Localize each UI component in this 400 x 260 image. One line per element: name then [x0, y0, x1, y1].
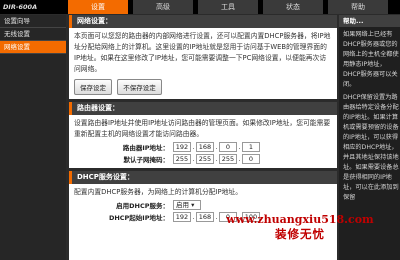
dhcp-enable-row: 启用DHCP服务： 启用 ▾	[74, 199, 332, 210]
router-settings-title: 路由器设置：	[69, 102, 337, 115]
router-settings-description: 设置路由器IP地址并使用IP地址访问路由器的管理页面。如果修改IP地址，您可能需…	[74, 119, 331, 138]
dhcp-enable-value: 启用	[176, 200, 189, 209]
network-settings-section: 本页面可以您您的路由器的内部网络进行设置，还可以配置内置DHCP服务器，将IP地…	[69, 28, 337, 99]
tab-advanced[interactable]: 高级	[133, 0, 193, 14]
router-ip-octet-1[interactable]: 192	[173, 141, 191, 152]
tab-help[interactable]: 帮助	[328, 0, 388, 14]
help-paragraph: 如果网络上已经有DHCP服务器或您的网络上的主机全都使用静态IP地址，DHCP服…	[343, 31, 399, 88]
help-paragraph: DHCP保留设置为路由器给特定设备分配的IP地址。如果计算机或需要预留的设备的I…	[343, 94, 399, 201]
tab-status[interactable]: 状态	[263, 0, 323, 14]
subnet-mask-row: 默认子网掩码： 255. 255. 255. 0	[74, 153, 332, 164]
router-ip-octet-2[interactable]: 168	[196, 141, 214, 152]
router-ip-octet-3[interactable]: 0	[219, 141, 237, 152]
subnet-mask-octet-3[interactable]: 255	[219, 153, 237, 164]
save-settings-button[interactable]: 保存设定	[74, 79, 112, 95]
dhcp-enable-select[interactable]: 启用 ▾	[173, 199, 201, 210]
watermark-text: 装修无忧	[275, 227, 325, 241]
subnet-mask-octet-2[interactable]: 255	[196, 153, 214, 164]
router-ip-label: 路由器IP地址：	[122, 143, 169, 152]
main-tabs: 设置 高级 工具 状态 帮助	[68, 0, 393, 14]
subnet-mask-label: 默认子网掩码：	[123, 155, 170, 164]
tab-tools[interactable]: 工具	[198, 0, 258, 14]
watermark-url: www.zhuangxiu518.com	[226, 213, 374, 226]
top-nav-bar: DIR-600A 设置 高级 工具 状态 帮助	[0, 0, 400, 14]
help-title: 帮助...	[339, 15, 400, 27]
router-ip-row: 路由器IP地址： 192. 168. 0. 1	[74, 141, 332, 152]
network-settings-title: 网络设置：	[69, 15, 337, 28]
router-settings-section: 设置路由器IP地址并使用IP地址访问路由器的管理页面。如果修改IP地址，您可能需…	[69, 115, 337, 168]
dhcp-start-ip-label: DHCP起始IP地址：	[108, 213, 169, 222]
network-settings-description: 本页面可以您您的路由器的内部网络进行设置，还可以配置内置DHCP服务器，将IP地…	[74, 32, 331, 73]
tab-setup[interactable]: 设置	[68, 0, 128, 14]
sidebar-item-network[interactable]: 网络设置	[0, 41, 66, 54]
model-logo: DIR-600A	[3, 3, 38, 11]
sidebar: 设置向导 无线设置 网络设置	[0, 15, 66, 260]
dont-save-settings-button[interactable]: 不保存设定	[117, 79, 162, 95]
watermark: www.zhuangxiu518.com 装修无忧	[200, 213, 400, 242]
dhcp-settings-description: 配置内置DHCP服务器，为网络上的计算机分配IP地址。	[74, 188, 243, 196]
dhcp-start-ip-octet-1[interactable]: 192	[173, 211, 191, 222]
subnet-mask-octet-4[interactable]: 0	[242, 153, 260, 164]
router-ip-octet-4[interactable]: 1	[242, 141, 260, 152]
dhcp-settings-title: DHCP服务设置：	[69, 171, 337, 184]
subnet-mask-octet-1[interactable]: 255	[173, 153, 191, 164]
sidebar-item-wireless[interactable]: 无线设置	[0, 28, 66, 41]
button-group: 保存设定 不保存设定	[74, 79, 332, 95]
dhcp-enable-label: 启用DHCP服务：	[116, 201, 169, 210]
sidebar-item-setup-wizard[interactable]: 设置向导	[0, 15, 66, 28]
